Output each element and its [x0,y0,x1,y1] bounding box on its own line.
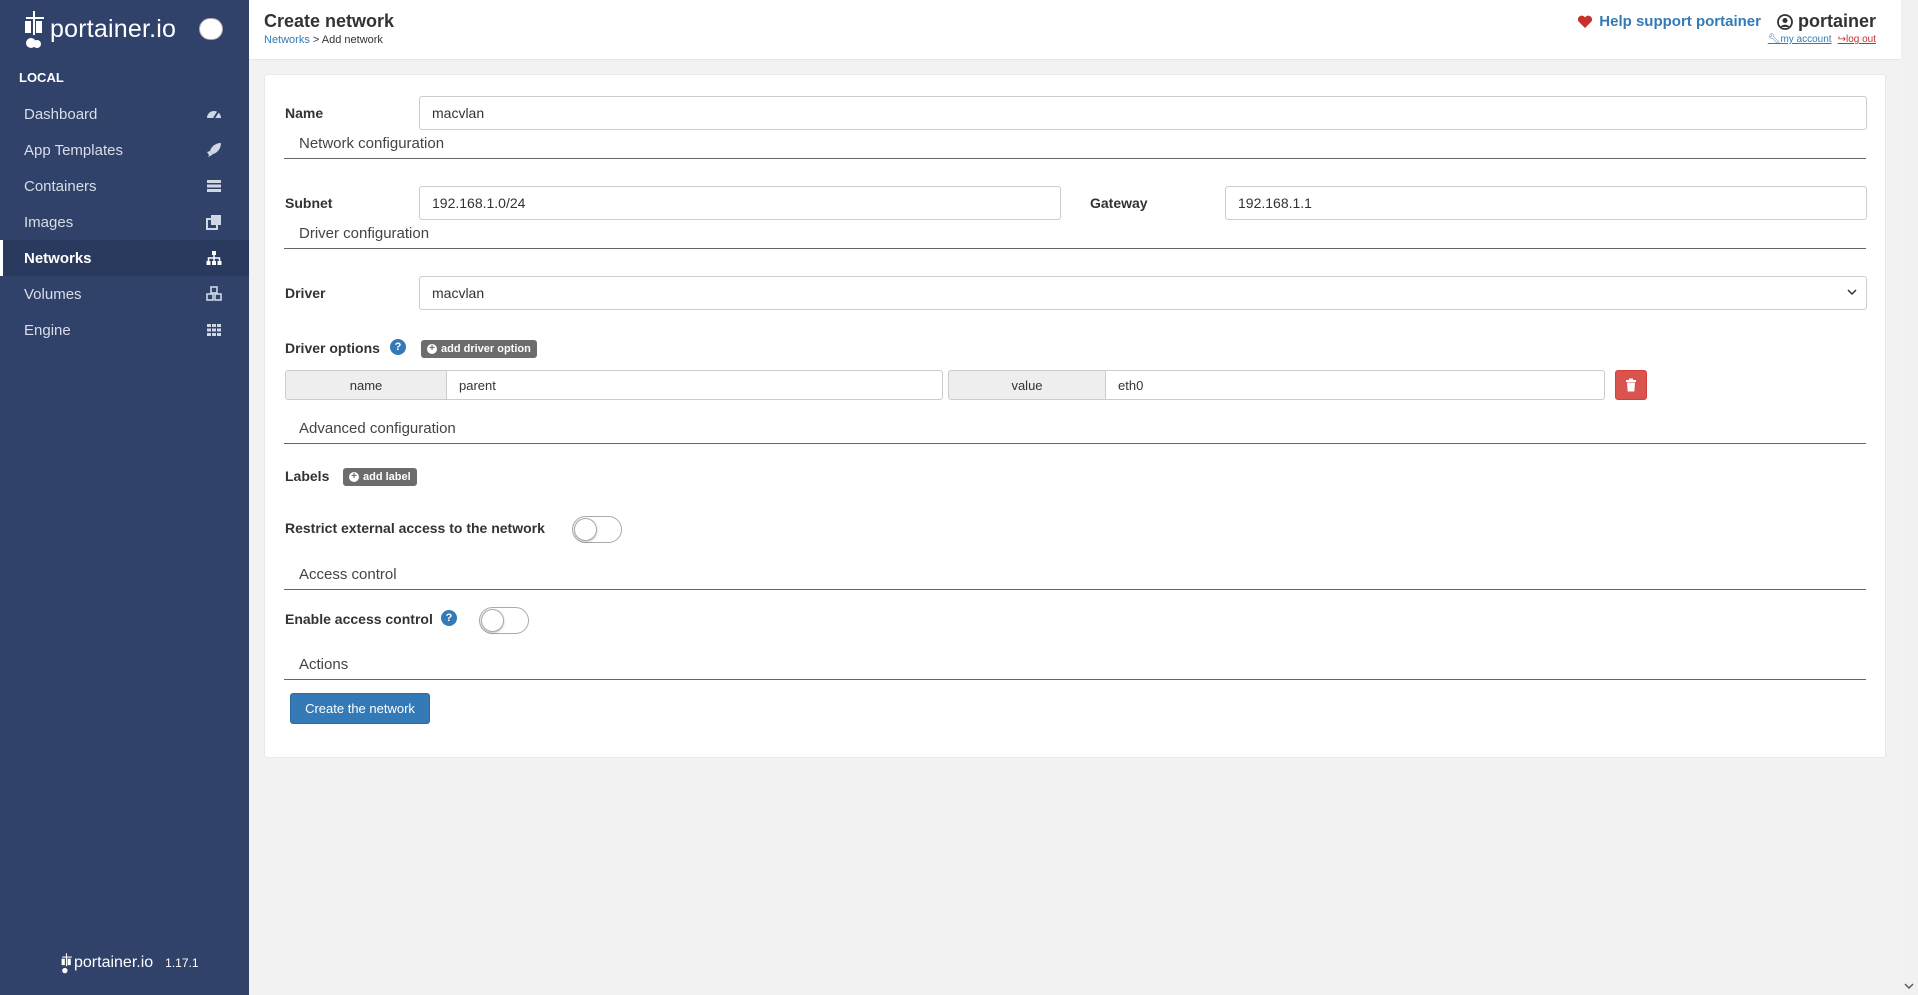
sidebar-item-app-templates[interactable]: App Templates [0,132,249,168]
sidebar-item-label: App Templates [24,141,123,159]
sidebar-nav: Dashboard App Templates Containers Image… [0,96,249,348]
portainer-logo-small-icon [61,953,72,974]
toggle-sidebar-icon[interactable] [199,18,223,40]
sidebar-item-engine[interactable]: Engine [0,312,249,348]
create-network-button[interactable]: Create the network [290,693,430,724]
sidebar-item-volumes[interactable]: Volumes [0,276,249,312]
username: portainer [1797,11,1876,31]
rocket-icon [206,142,222,158]
brand-text[interactable]: portainer.io [50,15,176,44]
user-info: portainer [1777,11,1876,32]
breadcrumb-current: Add network [321,34,383,46]
portainer-logo-icon[interactable] [22,7,48,51]
add-label-button[interactable]: + add label [343,468,417,486]
sidebar-item-label: Dashboard [24,105,98,123]
sidebar-item-label: Volumes [24,285,82,303]
subnet-label: Subnet [285,195,333,211]
sidebar-item-label: Images [24,213,74,231]
sidebar-item-label: Containers [24,177,97,195]
option-value-input[interactable]: eth0 [1105,370,1605,400]
section-network-configuration: Network configuration [284,135,1866,159]
footer-logo: portainer.io [60,951,153,975]
footer-brand-text: portainer.io [74,954,154,971]
log-out-link[interactable]: ↪log out [1838,34,1876,45]
user-circle-icon [1777,13,1793,30]
add-driver-option-label: add driver option [441,343,531,355]
toggle-knob [574,518,597,541]
driver-select[interactable]: macvlan [419,276,1867,310]
sidebar-item-label: Networks [24,249,92,267]
page-header: Create network Networks > Add network He… [249,0,1918,60]
my-account-link[interactable]: 🔧︎my account [1768,34,1832,45]
breadcrumb: Networks > Add network [264,34,383,46]
sidebar-item-networks[interactable]: Networks [0,240,249,276]
create-network-form: Name macvlan Network configuration Subne… [264,74,1886,758]
section-driver-configuration: Driver configuration [284,225,1866,249]
server-icon [206,178,222,194]
page-title: Create network [264,11,395,31]
page-scrollbar[interactable] [1901,0,1918,995]
sidebar-section-title: LOCAL [19,69,64,85]
trash-icon [1626,378,1636,392]
cubes-icon [206,286,222,302]
enable-access-control-label: Enable access control [285,611,433,627]
dashboard-icon [206,106,222,122]
enable-access-control-toggle[interactable] [479,607,529,634]
driver-label: Driver [285,285,326,301]
wrench-icon: 🔧︎ [1767,34,1781,45]
app-version: 1.17.1 [165,956,199,970]
sidebar-item-containers[interactable]: Containers [0,168,249,204]
section-actions: Actions [284,656,1866,680]
scroll-down-arrow-icon[interactable] [1904,981,1914,991]
heart-icon [1578,15,1593,28]
sidebar-item-dashboard[interactable]: Dashboard [0,96,249,132]
sidebar-footer: portainer.io 1.17.1 [60,951,199,975]
section-advanced-configuration: Advanced configuration [284,420,1866,444]
plus-circle-icon: + [349,472,359,482]
subnet-input[interactable]: 192.168.1.0/24 [419,186,1061,220]
toggle-knob [481,609,504,632]
sign-out-icon: ↪ [1837,34,1846,45]
gateway-input[interactable]: 192.168.1.1 [1225,186,1867,220]
driver-options-label: Driver options [285,340,380,356]
sitemap-icon [206,250,222,266]
brand: portainer.io [0,0,249,58]
my-account-text: my account [1780,34,1832,45]
section-access-control: Access control [284,566,1866,590]
breadcrumb-link-networks[interactable]: Networks [264,34,310,46]
restrict-external-access-label: Restrict external access to the network [285,520,545,536]
name-label: Name [285,105,324,121]
driver-select-value: macvlan [432,285,485,301]
chevron-down-icon [1847,289,1857,296]
name-input[interactable]: macvlan [419,96,1867,130]
add-driver-option-button[interactable]: + add driver option [421,340,537,358]
sidebar: portainer.io LOCAL Dashboard App Templat… [0,0,249,995]
question-circle-icon[interactable]: ? [390,339,406,355]
option-value-addon: value [948,370,1106,400]
th-icon [206,322,222,338]
log-out-text: log out [1845,34,1876,45]
restrict-external-access-toggle[interactable] [572,516,622,543]
header-user-area: Help support portainer portainer 🔧︎my ac… [1577,11,1876,45]
gateway-label: Gateway [1090,195,1148,211]
help-support-text: Help support portainer [1599,13,1761,30]
breadcrumb-separator: > [309,34,322,46]
labels-label: Labels [285,468,330,484]
help-support-link[interactable]: Help support portainer [1577,13,1761,30]
sidebar-item-images[interactable]: Images [0,204,249,240]
question-circle-icon[interactable]: ? [441,610,457,626]
sidebar-item-label: Engine [24,321,71,339]
option-name-addon: name [285,370,447,400]
add-label-text: add label [363,471,411,483]
option-name-input[interactable]: parent [446,370,943,400]
clone-icon [206,214,222,230]
remove-option-button[interactable] [1615,370,1647,400]
plus-circle-icon: + [427,344,437,354]
